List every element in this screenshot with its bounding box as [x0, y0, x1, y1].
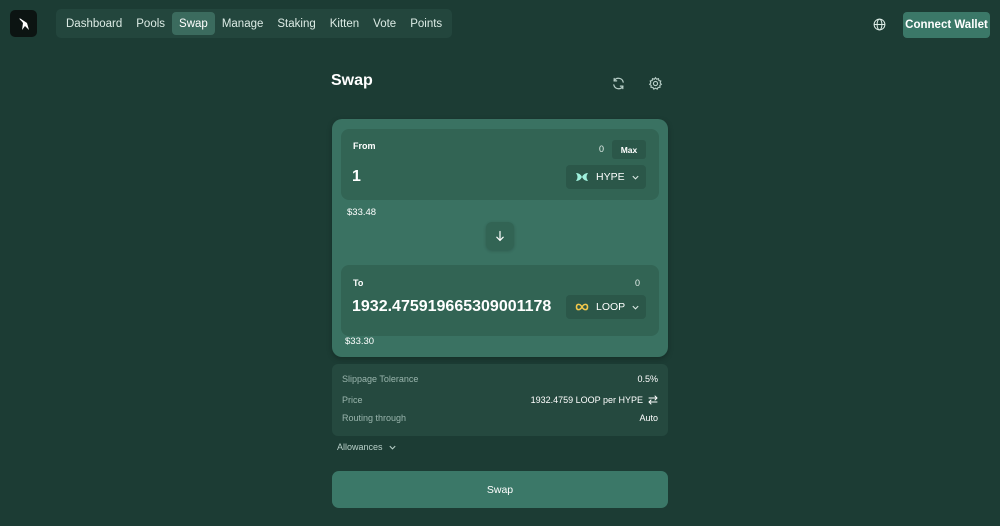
- chevron-down-icon: [631, 303, 640, 312]
- price-label: Price: [342, 395, 363, 405]
- to-token-box: To 0 1932.475919665309001178 LOOP: [341, 265, 659, 336]
- from-token-select[interactable]: HYPE: [566, 165, 646, 189]
- swap-submit-button[interactable]: Swap: [332, 471, 668, 508]
- swap-card: From 0 Max HYPE $33.48 To 0 1932.4759196…: [332, 119, 668, 357]
- to-balance: 0: [635, 278, 641, 288]
- to-token-symbol: LOOP: [596, 301, 626, 313]
- allowances-toggle[interactable]: Allowances: [337, 442, 397, 452]
- from-token-box: From 0 Max HYPE: [341, 129, 659, 200]
- page-title: Swap: [331, 72, 373, 89]
- nav-item-pools[interactable]: Pools: [129, 12, 172, 35]
- to-amount-output: 1932.475919665309001178: [352, 298, 552, 315]
- routing-label: Routing through: [342, 413, 407, 423]
- nav-item-swap[interactable]: Swap: [172, 12, 215, 35]
- slippage-value: 0.5%: [637, 374, 658, 384]
- from-usd-value: $33.48: [347, 207, 377, 218]
- routing-row: Routing through Auto: [342, 411, 658, 425]
- nav-item-kitten[interactable]: Kitten: [323, 12, 366, 35]
- swap-details-panel: Slippage Tolerance 0.5% Price 1932.4759 …: [332, 364, 668, 436]
- chevron-down-icon: [631, 173, 640, 182]
- from-label: From: [353, 141, 376, 151]
- allowances-label: Allowances: [337, 442, 383, 452]
- loop-token-icon: [574, 301, 590, 313]
- slippage-row[interactable]: Slippage Tolerance 0.5%: [342, 372, 658, 386]
- app-logo[interactable]: [10, 10, 37, 37]
- from-amount-input[interactable]: [352, 166, 552, 188]
- to-usd-value: $33.30: [345, 336, 375, 347]
- from-balance: 0: [599, 144, 605, 154]
- to-token-select[interactable]: LOOP: [566, 295, 646, 319]
- from-token-symbol: HYPE: [596, 171, 625, 183]
- arrow-down-icon: [496, 230, 504, 242]
- nav-item-vote[interactable]: Vote: [366, 12, 403, 35]
- settings-gear-icon[interactable]: [648, 76, 663, 91]
- hype-token-icon: [574, 171, 590, 183]
- price-value: 1932.4759 LOOP per HYPE: [530, 395, 643, 405]
- routing-value: Auto: [639, 413, 658, 423]
- nav-item-manage[interactable]: Manage: [215, 12, 271, 35]
- globe-icon[interactable]: [872, 17, 887, 32]
- nav-item-dashboard[interactable]: Dashboard: [59, 12, 129, 35]
- to-label: To: [353, 278, 364, 288]
- invert-rate-icon[interactable]: [648, 395, 658, 405]
- chevron-down-icon: [388, 443, 397, 452]
- price-row: Price 1932.4759 LOOP per HYPE: [342, 393, 658, 407]
- switch-direction-button[interactable]: [486, 222, 514, 250]
- connect-wallet-button[interactable]: Connect Wallet: [903, 12, 990, 38]
- max-button[interactable]: Max: [612, 140, 646, 159]
- slippage-label: Slippage Tolerance: [342, 374, 419, 384]
- nav-item-staking[interactable]: Staking: [270, 12, 322, 35]
- kitten-logo-icon: [18, 17, 29, 30]
- nav-item-points[interactable]: Points: [403, 12, 449, 35]
- main-nav: Dashboard Pools Swap Manage Staking Kitt…: [56, 9, 453, 38]
- refresh-icon[interactable]: [611, 76, 626, 91]
- price-value-wrap: 1932.4759 LOOP per HYPE: [531, 395, 658, 405]
